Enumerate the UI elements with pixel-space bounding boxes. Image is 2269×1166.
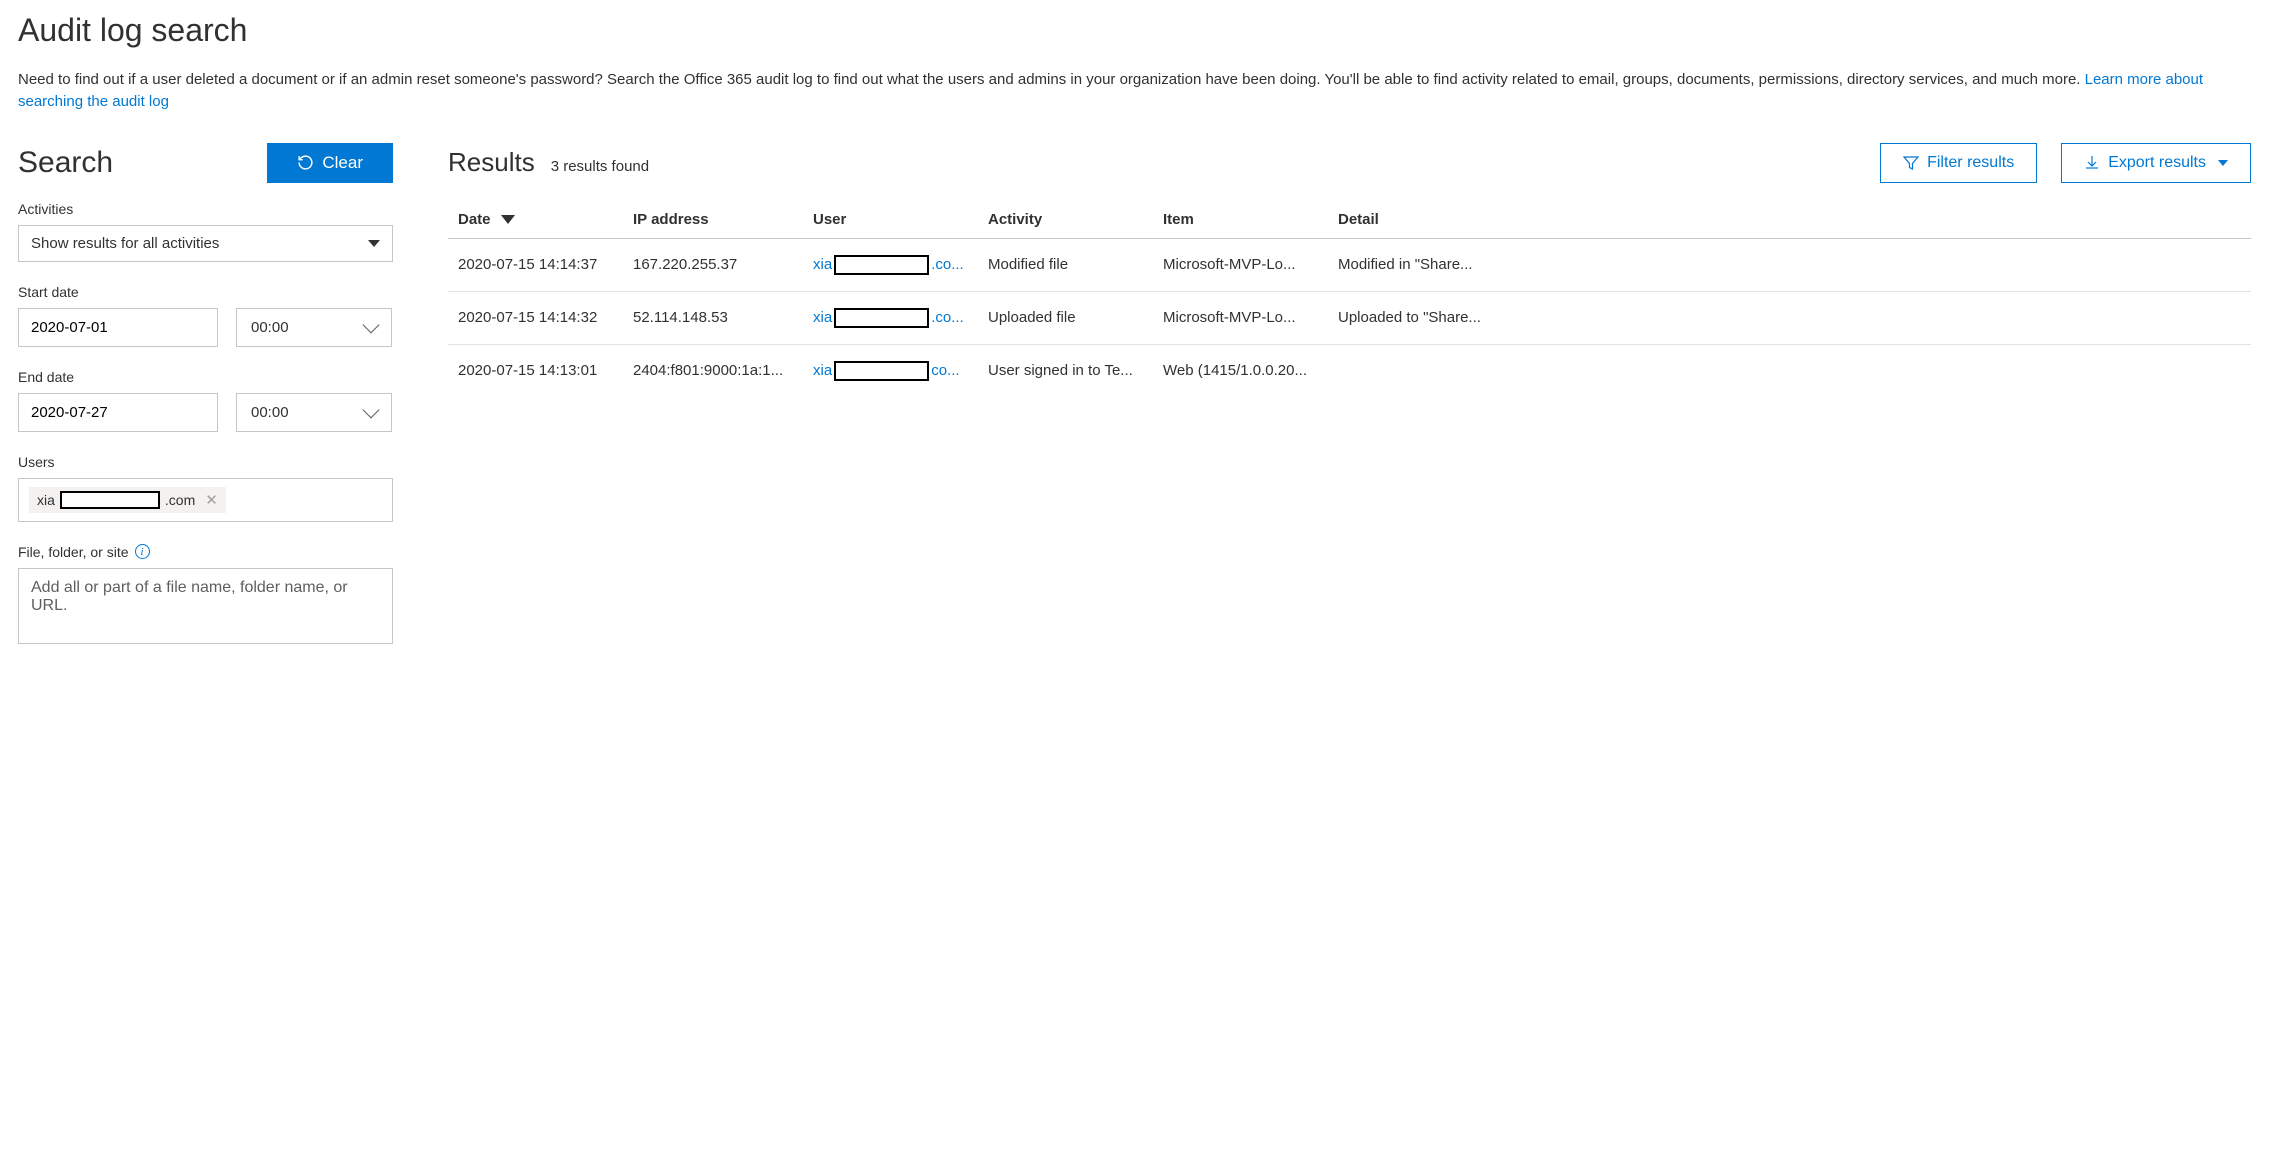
cell-activity: Uploaded file [978, 291, 1153, 344]
search-panel: Search Clear Activities Show results for… [18, 143, 393, 671]
user-link[interactable]: xia .co... [813, 255, 964, 275]
file-input[interactable] [18, 568, 393, 644]
caret-down-icon [368, 240, 380, 247]
cell-user: xia .co... [803, 291, 978, 344]
column-user[interactable]: User [803, 203, 978, 239]
undo-icon [297, 154, 314, 171]
info-icon[interactable]: i [135, 544, 150, 559]
results-heading: Results [448, 147, 535, 178]
cell-detail [1328, 344, 2251, 397]
chevron-down-icon [363, 402, 380, 419]
user-chip[interactable]: xia .com ✕ [29, 487, 226, 513]
redacted-block [834, 255, 929, 275]
cell-item: Microsoft-MVP-Lo... [1153, 238, 1328, 291]
user-prefix: xia [813, 256, 832, 273]
file-label-text: File, folder, or site [18, 544, 129, 560]
cell-ip: 52.114.148.53 [623, 291, 803, 344]
activities-label: Activities [18, 201, 393, 217]
end-date-input[interactable] [19, 394, 242, 431]
clear-button-label: Clear [322, 153, 363, 173]
redacted-block [834, 308, 929, 328]
cell-ip: 167.220.255.37 [623, 238, 803, 291]
users-label: Users [18, 454, 393, 470]
start-time-select[interactable]: 00:00 [236, 308, 392, 347]
page-title: Audit log search [18, 12, 2251, 49]
user-suffix: .co... [931, 309, 964, 326]
cell-user: xia .co... [803, 238, 978, 291]
column-date-label: Date [458, 211, 491, 228]
results-table: Date IP address User Activity Item Detai… [448, 203, 2251, 397]
user-suffix: co... [931, 362, 959, 379]
column-date[interactable]: Date [448, 203, 623, 239]
description-text: Need to find out if a user deleted a doc… [18, 71, 2085, 88]
table-row[interactable]: 2020-07-15 14:14:3252.114.148.53 xia .co..… [448, 291, 2251, 344]
cell-detail: Uploaded to "Share... [1328, 291, 2251, 344]
user-link[interactable]: xia co... [813, 361, 960, 381]
cell-date: 2020-07-15 14:14:37 [448, 238, 623, 291]
export-results-button[interactable]: Export results [2061, 143, 2251, 183]
column-ip[interactable]: IP address [623, 203, 803, 239]
user-link[interactable]: xia .co... [813, 308, 964, 328]
redacted-block [60, 491, 160, 509]
activities-value: Show results for all activities [31, 235, 219, 252]
search-heading: Search [18, 146, 113, 180]
activities-select[interactable]: Show results for all activities [18, 225, 393, 262]
file-label: File, folder, or site i [18, 544, 393, 560]
user-suffix: .co... [931, 256, 964, 273]
clear-button[interactable]: Clear [267, 143, 393, 183]
column-detail[interactable]: Detail [1328, 203, 2251, 239]
chevron-down-icon [363, 317, 380, 334]
caret-down-icon [2218, 160, 2228, 166]
column-item[interactable]: Item [1153, 203, 1328, 239]
download-icon [2084, 155, 2100, 171]
end-date-label: End date [18, 369, 393, 385]
cell-detail: Modified in "Share... [1328, 238, 2251, 291]
filter-results-label: Filter results [1927, 154, 2014, 172]
cell-item: Web (1415/1.0.0.20... [1153, 344, 1328, 397]
results-panel: Results 3 results found Filter results E… [448, 143, 2251, 397]
user-chip-suffix: .com [165, 492, 195, 508]
column-activity[interactable]: Activity [978, 203, 1153, 239]
remove-chip-icon[interactable]: ✕ [205, 491, 218, 509]
export-results-label: Export results [2108, 154, 2206, 172]
results-count: 3 results found [551, 158, 649, 175]
cell-activity: User signed in to Te... [978, 344, 1153, 397]
filter-results-button[interactable]: Filter results [1880, 143, 2037, 183]
users-input[interactable]: xia .com ✕ [18, 478, 393, 522]
cell-user: xia co... [803, 344, 978, 397]
redacted-block [834, 361, 929, 381]
user-prefix: xia [813, 362, 832, 379]
end-time-value: 00:00 [251, 404, 289, 421]
cell-item: Microsoft-MVP-Lo... [1153, 291, 1328, 344]
user-chip-prefix: xia [37, 492, 55, 508]
page-description: Need to find out if a user deleted a doc… [18, 69, 2251, 113]
sort-desc-icon [501, 215, 515, 224]
cell-activity: Modified file [978, 238, 1153, 291]
filter-icon [1903, 155, 1919, 171]
cell-ip: 2404:f801:9000:1a:1... [623, 344, 803, 397]
table-row[interactable]: 2020-07-15 14:14:37167.220.255.37 xia .co.… [448, 238, 2251, 291]
end-time-select[interactable]: 00:00 [236, 393, 392, 432]
start-time-value: 00:00 [251, 319, 289, 336]
user-prefix: xia [813, 309, 832, 326]
cell-date: 2020-07-15 14:14:32 [448, 291, 623, 344]
table-row[interactable]: 2020-07-15 14:13:012404:f801:9000:1a:1..… [448, 344, 2251, 397]
cell-date: 2020-07-15 14:13:01 [448, 344, 623, 397]
start-date-label: Start date [18, 284, 393, 300]
start-date-input[interactable] [19, 309, 242, 346]
